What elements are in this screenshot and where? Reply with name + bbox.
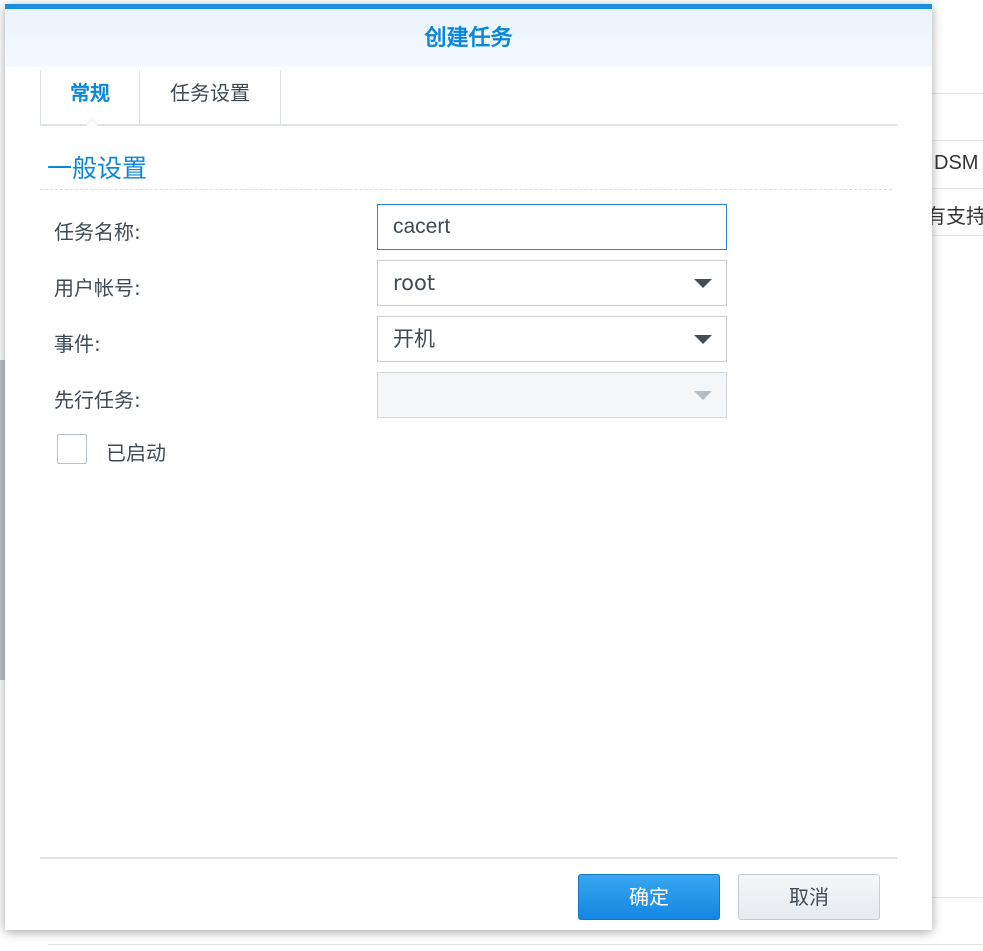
create-task-dialog: 创建任务 常规 任务设置 一般设置 任务名称: cacert 用户帐号: roo…: [5, 4, 932, 930]
tab-bar: 常规 任务设置: [40, 70, 897, 126]
user-account-value: root: [393, 271, 436, 295]
dropdown-arrow-icon: [694, 391, 712, 400]
pre-task-label: 先行任务:: [54, 388, 141, 412]
event-select[interactable]: 开机: [377, 316, 727, 362]
background-divider: [48, 944, 983, 945]
pre-task-select[interactable]: [377, 372, 727, 418]
section-title: 一般设置: [47, 154, 148, 183]
task-name-value: cacert: [393, 215, 451, 238]
task-name-label: 任务名称:: [54, 220, 141, 244]
cancel-button[interactable]: 取消: [738, 874, 880, 920]
background-divider: [932, 188, 983, 189]
background-dsm-text: DSM: [934, 152, 979, 174]
background-divider: [932, 897, 983, 898]
background-divider: [932, 235, 983, 236]
tab-general[interactable]: 常规: [40, 70, 140, 124]
background-divider: [932, 93, 983, 94]
enabled-checkbox[interactable]: [57, 434, 87, 464]
enabled-label[interactable]: 已启动: [106, 437, 166, 466]
dropdown-arrow-icon[interactable]: [694, 279, 712, 288]
event-value: 开机: [393, 327, 435, 351]
footer-divider: [40, 857, 897, 859]
background-support-text: 有支持: [926, 204, 983, 228]
user-account-select[interactable]: root: [377, 260, 727, 306]
tab-task-settings[interactable]: 任务设置: [140, 70, 281, 124]
ok-button[interactable]: 确定: [578, 874, 720, 920]
user-account-label: 用户帐号:: [54, 276, 141, 300]
dialog-title: 创建任务: [5, 9, 932, 67]
event-label: 事件:: [54, 332, 101, 356]
background-divider: [932, 140, 983, 141]
dropdown-arrow-icon[interactable]: [694, 335, 712, 344]
active-tab-indicator: [85, 119, 99, 126]
section-divider: [40, 189, 892, 190]
task-name-input[interactable]: cacert: [377, 204, 727, 250]
